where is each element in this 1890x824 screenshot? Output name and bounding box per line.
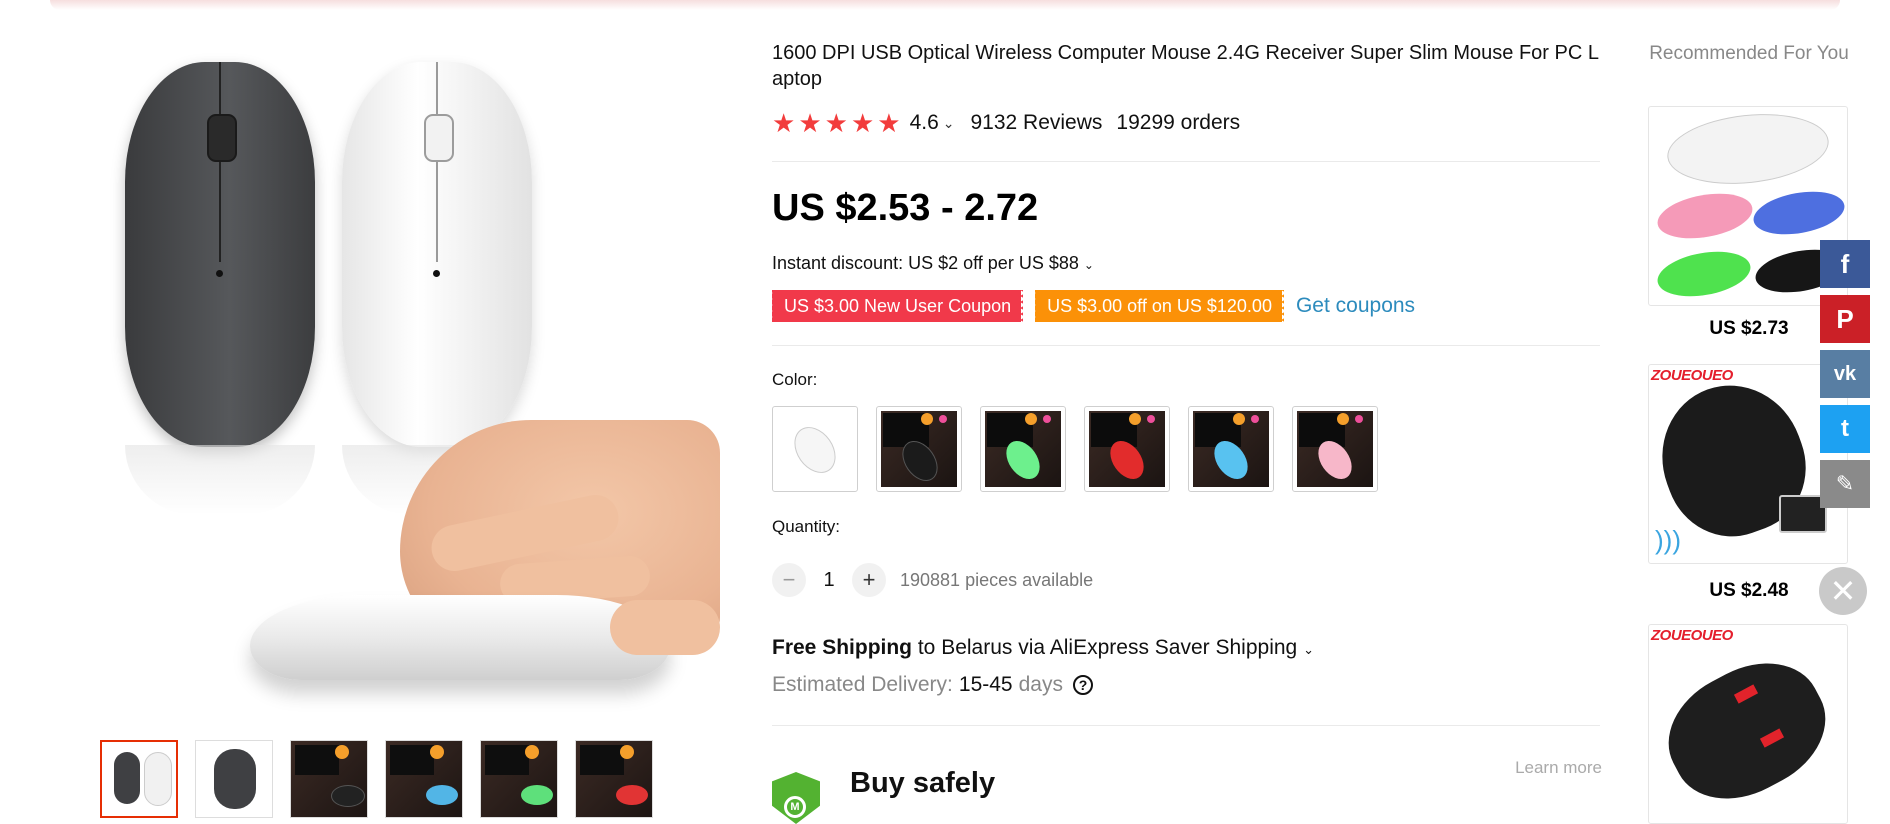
coupon-row: US $3.00 New User Coupon US $3.00 off on… xyxy=(769,290,1415,322)
top-bar-shadow xyxy=(50,0,1840,10)
color-option-red[interactable] xyxy=(1084,406,1170,492)
recommended-item-3[interactable]: ZOUEOUEO xyxy=(1648,624,1848,824)
orders-count: 19299 orders xyxy=(1116,111,1241,134)
color-option-blue[interactable] xyxy=(1188,406,1274,492)
learn-more-link[interactable]: Learn more xyxy=(1515,758,1602,778)
instant-discount-text: Instant discount: US $2 off per US $88 xyxy=(772,253,1079,273)
quantity-label: Quantity: xyxy=(772,517,841,536)
mouse-image xyxy=(1654,245,1754,303)
pinterest-icon[interactable]: P xyxy=(1820,295,1870,343)
twitter-icon[interactable]: t xyxy=(1820,405,1870,453)
thumb-mouse xyxy=(114,752,140,804)
buyer-protection-shield-icon: M xyxy=(772,772,820,824)
new-user-coupon[interactable]: US $3.00 New User Coupon xyxy=(769,290,1026,322)
recommended-title: Recommended For You xyxy=(1649,43,1849,64)
divider xyxy=(772,161,1600,162)
divider xyxy=(772,345,1600,346)
color-option-white[interactable] xyxy=(772,406,858,492)
brand-logo: ZOUEOUEO xyxy=(1651,627,1733,644)
white-mouse-image xyxy=(342,62,532,447)
main-product-image[interactable] xyxy=(70,40,720,705)
color-option-pink[interactable] xyxy=(1292,406,1378,492)
eta-label: Estimated Delivery: xyxy=(772,673,953,696)
instant-discount[interactable]: Instant discount: US $2 off per US $88 ⌄ xyxy=(772,253,1094,274)
thumbnail-strip xyxy=(100,740,653,818)
close-icon[interactable]: ✕ xyxy=(1819,567,1867,615)
mouse-swatch xyxy=(785,419,845,481)
recommended-item-1[interactable] xyxy=(1648,106,1848,306)
color-label: Color: xyxy=(772,370,818,389)
thumbnail-1[interactable] xyxy=(100,740,178,818)
color-option-black[interactable] xyxy=(876,406,962,492)
star-icon: ★ xyxy=(798,108,822,138)
buy-safely-title: Buy safely xyxy=(850,767,996,799)
store-coupon[interactable]: US $3.00 off on US $120.00 xyxy=(1033,290,1286,322)
mouse-image xyxy=(1750,185,1847,241)
thumbnail-5[interactable] xyxy=(480,740,558,818)
shipping-info[interactable]: Free Shipping to Belarus via AliExpress … xyxy=(772,636,1314,660)
reviews-link[interactable]: 9132 Reviews xyxy=(971,111,1103,135)
eta-value: 15-45 xyxy=(958,673,1013,696)
thumbnail-3[interactable] xyxy=(290,740,368,818)
thumbnail-4[interactable] xyxy=(385,740,463,818)
quantity-decrease-button[interactable]: − xyxy=(772,563,806,597)
rating-row: ★ ★ ★ ★ ★ 4.6 ⌄ 9132 Reviews 19299 order… xyxy=(772,110,1240,136)
star-icon: ★ xyxy=(850,108,875,138)
recommended-panel: Recommended For You US $2.73 ZOUEOUEO ))… xyxy=(1648,40,1850,824)
divider xyxy=(772,725,1600,726)
facebook-icon[interactable]: f xyxy=(1820,240,1870,288)
color-options xyxy=(772,406,1378,492)
stock-available: 190881 pieces available xyxy=(900,569,1094,590)
thumbnail-6[interactable] xyxy=(575,740,653,818)
mouse-image xyxy=(1663,107,1833,192)
star-rating: ★ ★ ★ ★ ★ xyxy=(772,110,901,136)
thumb-finger-image xyxy=(610,600,720,655)
black-mouse-reflection xyxy=(125,445,315,515)
star-icon: ★ xyxy=(772,108,796,138)
star-icon: ★ xyxy=(824,108,848,138)
help-icon[interactable]: ? xyxy=(1072,675,1093,695)
mouse-image xyxy=(1649,640,1846,822)
quantity-increase-button[interactable]: + xyxy=(852,563,886,597)
chevron-down-icon[interactable]: ⌄ xyxy=(943,115,955,132)
thumb-mouse xyxy=(144,752,172,806)
recommended-item-2[interactable]: ZOUEOUEO ))) xyxy=(1648,364,1848,564)
brand-logo: ZOUEOUEO xyxy=(1651,367,1733,384)
chevron-down-icon: ⌄ xyxy=(1083,258,1094,272)
shipping-destination: to Belarus via AliExpress Saver Shipping xyxy=(912,636,1298,659)
vk-icon[interactable]: vk xyxy=(1820,350,1870,398)
mouse-image xyxy=(1654,186,1756,246)
black-mouse-image xyxy=(125,62,315,447)
share-bar: f P vk t ✎ xyxy=(1820,240,1870,515)
wifi-icon: ))) xyxy=(1655,525,1681,555)
estimated-delivery: Estimated Delivery: 15-45 days ? xyxy=(772,673,1093,697)
thumbnail-2[interactable] xyxy=(195,740,273,818)
chevron-down-icon: ⌄ xyxy=(1303,642,1314,657)
color-option-green[interactable] xyxy=(980,406,1066,492)
product-title: 1600 DPI USB Optical Wireless Computer M… xyxy=(772,42,1599,90)
thumb-mouse xyxy=(214,749,256,809)
rating-score[interactable]: 4.6 xyxy=(910,111,939,135)
quantity-stepper: − 1 + 190881 pieces available xyxy=(772,563,1093,597)
product-price: US $2.53 - 2.72 xyxy=(772,187,1039,229)
mouse-in-hand-image xyxy=(250,595,670,680)
eta-unit: days xyxy=(1018,673,1063,696)
get-coupons-link[interactable]: Get coupons xyxy=(1296,294,1415,318)
edit-icon[interactable]: ✎ xyxy=(1820,460,1870,508)
free-shipping-label: Free Shipping xyxy=(772,636,913,659)
quantity-value[interactable]: 1 xyxy=(806,569,852,592)
star-icon: ★ xyxy=(877,108,901,138)
